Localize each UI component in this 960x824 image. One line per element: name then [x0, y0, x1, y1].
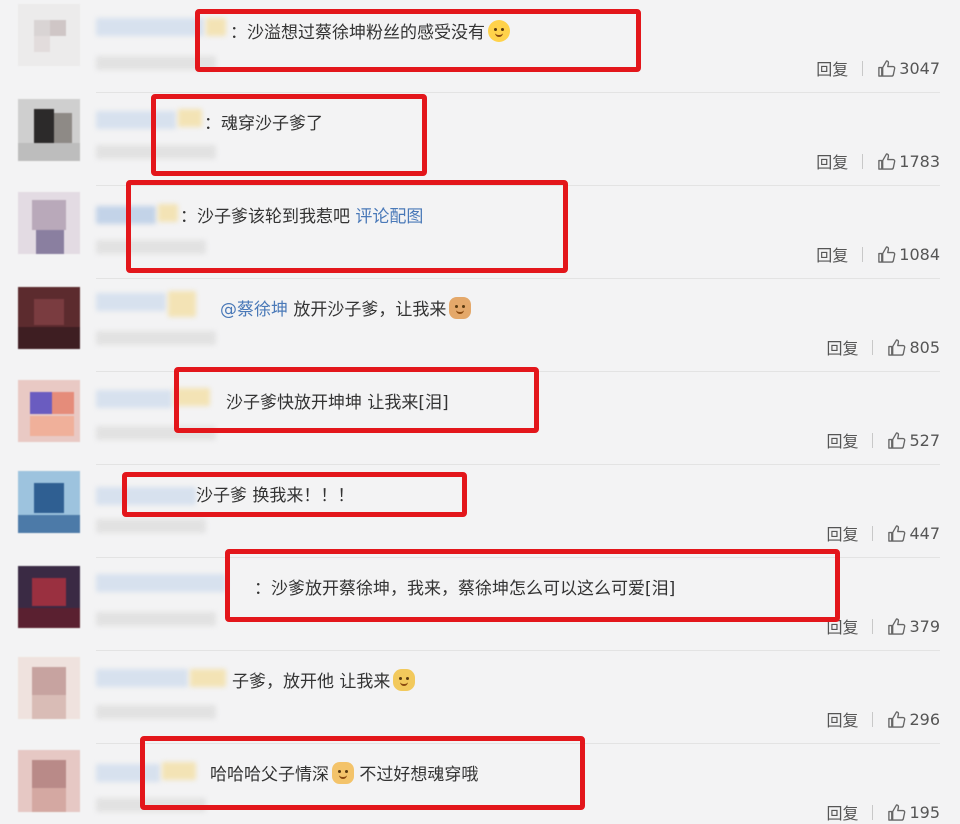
user-mention[interactable]: @蔡徐坤: [220, 300, 288, 320]
avatar[interactable]: [18, 192, 80, 254]
reply-button[interactable]: 回复: [826, 428, 858, 452]
reply-button[interactable]: 回复: [816, 242, 848, 266]
comment-actions: 回复 805: [826, 335, 940, 359]
like-count: 296: [909, 709, 940, 729]
avatar[interactable]: [18, 657, 80, 719]
avatar[interactable]: [18, 380, 80, 442]
comment-actions: 回复 1783: [816, 149, 940, 173]
highlight-box: [122, 472, 467, 517]
like-count: 527: [909, 430, 940, 450]
like-count: 1084: [899, 244, 940, 264]
reply-button[interactable]: 回复: [826, 800, 858, 824]
comment-item: ：魂穿沙子爹了 回复 1783: [0, 93, 960, 185]
divider: [872, 711, 874, 727]
username[interactable]: [96, 18, 204, 36]
like-button[interactable]: 447: [887, 524, 940, 543]
comment-item: 子爹，放开他 让我来 回复 296: [0, 651, 960, 743]
comment-meta: [96, 519, 206, 533]
username[interactable]: [96, 574, 226, 592]
thumbs-up-icon: [888, 524, 906, 542]
username-badge: [190, 669, 226, 687]
like-button[interactable]: 379: [887, 617, 940, 636]
comment-item: 沙子爹快放开坤坤 让我来[泪] 回复 527: [0, 367, 960, 464]
comment-text: @蔡徐坤 放开沙子爹，让我来: [220, 297, 472, 321]
username[interactable]: [96, 293, 166, 311]
username[interactable]: [96, 390, 172, 408]
dog-emoji-icon: [449, 297, 472, 319]
comment-item: ：沙爹放开蔡徐坤，我来，蔡徐坤怎么可以这么可爱[泪] 回复 379: [0, 549, 960, 650]
divider: [872, 618, 874, 634]
like-count: 3047: [899, 58, 940, 78]
reply-button[interactable]: 回复: [816, 149, 848, 173]
comment-actions: 回复 195: [826, 800, 940, 824]
like-count: 805: [909, 337, 940, 357]
username-badge: [168, 291, 196, 317]
thumbs-up-icon: [888, 617, 906, 635]
comment-item: 沙子爹 换我来！！！ 回复 447: [0, 465, 960, 557]
reply-button[interactable]: 回复: [826, 707, 858, 731]
avatar[interactable]: [18, 566, 80, 628]
divider: [862, 153, 864, 169]
like-count: 1783: [899, 151, 940, 171]
thumbs-up-icon: [878, 152, 896, 170]
comment-actions: 回复 447: [826, 521, 940, 545]
username[interactable]: [96, 669, 188, 687]
comment-body: 放开沙子爹，让我来: [293, 300, 447, 320]
reply-button[interactable]: 回复: [826, 335, 858, 359]
comment-item: ：沙子爹该轮到我惹吧 评论配图 回复 1084: [0, 180, 960, 278]
avatar[interactable]: [18, 99, 80, 161]
like-button[interactable]: 1783: [877, 152, 940, 171]
avatar[interactable]: [18, 287, 80, 349]
face-emoji-icon: [393, 669, 416, 691]
reply-button[interactable]: 回复: [816, 56, 848, 80]
highlight-box: [151, 94, 427, 176]
comment-meta: [96, 612, 216, 626]
like-count: 379: [909, 616, 940, 636]
comment-actions: 回复 296: [826, 707, 940, 731]
highlight-box: [174, 367, 539, 433]
divider: [872, 525, 874, 541]
like-count: 447: [909, 523, 940, 543]
thumbs-up-icon: [878, 245, 896, 263]
thumbs-up-icon: [888, 431, 906, 449]
highlight-box: [140, 736, 585, 810]
highlight-box: [126, 180, 568, 273]
comment-actions: 回复 527: [826, 428, 940, 452]
avatar[interactable]: [18, 750, 80, 812]
avatar[interactable]: [18, 4, 80, 66]
like-button[interactable]: 805: [887, 338, 940, 357]
like-button[interactable]: 527: [887, 431, 940, 450]
comment-meta: [96, 331, 216, 345]
comment-actions: 回复 3047: [816, 56, 940, 80]
avatar[interactable]: [18, 471, 80, 533]
divider: [862, 246, 864, 262]
highlight-box: [195, 9, 641, 72]
divider: [872, 804, 874, 820]
comment-actions: 回复 379: [826, 614, 940, 638]
like-button[interactable]: 296: [887, 710, 940, 729]
comment-item: ：沙溢想过蔡徐坤粉丝的感受没有 回复 3047: [0, 0, 960, 92]
thumbs-up-icon: [878, 59, 896, 77]
divider: [872, 339, 874, 355]
like-button[interactable]: 1084: [877, 245, 940, 264]
comment-text: 子爹，放开他 让我来: [232, 669, 416, 693]
comment-meta: [96, 705, 216, 719]
thumbs-up-icon: [888, 710, 906, 728]
comment-item: 哈哈哈父子情深 不过好想魂穿哦 回复 195: [0, 736, 960, 823]
comment-actions: 回复 1084: [816, 242, 940, 266]
comment-item: @蔡徐坤 放开沙子爹，让我来 回复 805: [0, 279, 960, 371]
divider: [862, 60, 864, 76]
highlight-box: [225, 549, 840, 622]
comment-body: 子爹，放开他 让我来: [232, 672, 391, 692]
thumbs-up-icon: [888, 338, 906, 356]
like-button[interactable]: 3047: [877, 59, 940, 78]
divider: [872, 432, 874, 448]
reply-button[interactable]: 回复: [826, 521, 858, 545]
